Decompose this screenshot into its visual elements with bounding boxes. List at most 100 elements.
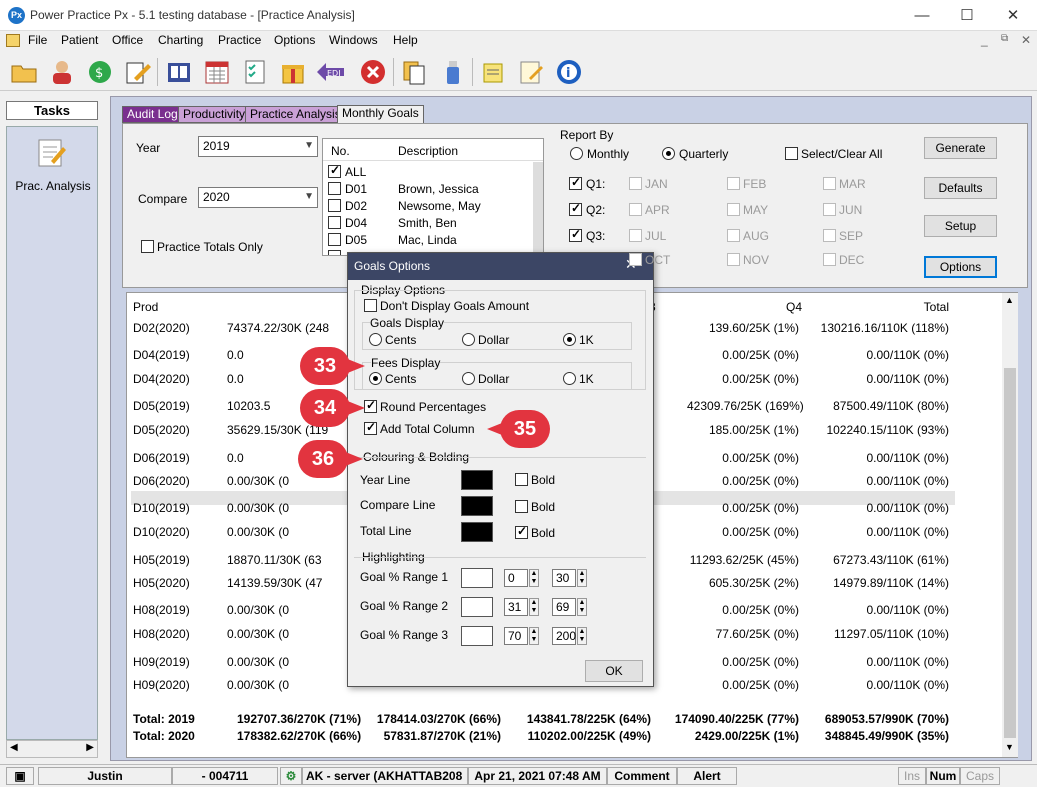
edit-pen-icon[interactable] [122,56,154,88]
scroll-thumb[interactable] [1004,368,1016,738]
range3-from-input[interactable]: 70 [504,627,528,645]
goals-1k-radio[interactable] [563,333,576,346]
compare-line-color[interactable] [461,496,493,516]
menu-file[interactable]: File [28,33,47,47]
mdi-restore-icon[interactable]: ⧉ [1001,33,1008,44]
status-alert[interactable]: Alert [677,767,737,785]
checklist-icon[interactable] [239,56,271,88]
goals-dollar-radio[interactable] [462,333,475,346]
status-comment[interactable]: Comment [607,767,677,785]
close-red-icon[interactable] [357,56,389,88]
fees-1k-radio[interactable] [563,372,576,385]
month-checkbox[interactable] [727,229,740,242]
close-window-button[interactable]: ✕ [990,0,1036,31]
provider-list[interactable]: No. Description ALL D01 Brown, Jessica D02 N… [322,138,544,256]
maximize-button[interactable]: ☐ [944,0,990,31]
fees-cents-radio[interactable] [369,372,382,385]
tab-practice-analysis[interactable]: Practice Analysis [245,106,346,123]
month-checkbox[interactable] [823,253,836,266]
menu-charting[interactable]: Charting [158,33,203,47]
month-checkbox[interactable] [727,177,740,190]
provider-checkbox[interactable] [328,163,341,178]
year-line-bold-checkbox[interactable] [515,473,528,486]
bottle-icon[interactable] [436,56,468,88]
provider-checkbox[interactable] [328,250,341,255]
grid-vscrollbar[interactable]: ▲ ▼ [1002,293,1018,757]
monthly-radio[interactable] [570,147,583,160]
setup-button[interactable]: Setup [924,215,997,237]
month-checkbox[interactable] [823,229,836,242]
range3-to-stepper[interactable]: ▲ ▼ [577,627,587,645]
prac-analysis-icon[interactable] [37,137,67,169]
month-checkbox[interactable] [727,253,740,266]
provider-checkbox[interactable] [328,233,341,246]
ok-button[interactable]: OK [585,660,643,682]
quarter-checkbox[interactable] [569,201,582,216]
quarterly-radio[interactable] [662,147,675,160]
calendar-icon[interactable] [201,56,233,88]
month-checkbox[interactable] [823,203,836,216]
menu-windows[interactable]: Windows [329,33,378,47]
compare-combo[interactable]: 2020 ▼ [198,187,318,208]
help-circle-icon[interactable]: i [553,56,585,88]
menu-office[interactable]: Office [112,33,143,47]
range1-from-stepper[interactable]: ▲ ▼ [529,569,539,587]
range1-color[interactable] [461,568,493,588]
range3-to-input[interactable]: 200 [552,627,576,645]
range2-from-input[interactable]: 31 [504,598,528,616]
month-checkbox[interactable] [629,203,642,216]
fees-dollar-radio[interactable] [462,372,475,385]
task-prac-analysis[interactable]: Prac. Analysis [7,179,99,193]
total-line-bold-checkbox[interactable] [515,524,528,539]
quarter-checkbox[interactable] [569,175,582,190]
tasks-scrollbar[interactable]: ◀ ▶ [6,740,98,758]
edi-icon[interactable]: EDI [315,56,347,88]
gift-box-icon[interactable] [277,56,309,88]
generate-button[interactable]: Generate [924,137,997,159]
month-checkbox[interactable] [823,177,836,190]
provider-checkbox[interactable] [328,216,341,229]
menu-practice[interactable]: Practice [218,33,261,47]
year-combo[interactable]: 2019 ▼ [198,136,318,157]
menu-help[interactable]: Help [393,33,418,47]
list-scrollbar[interactable] [533,162,543,252]
add-total-column-checkbox[interactable] [364,420,377,435]
range1-to-input[interactable]: 30 [552,569,576,587]
mdi-close-icon[interactable]: ✕ [1021,33,1031,47]
range1-from-input[interactable]: 0 [504,569,528,587]
quarter-checkbox[interactable] [569,227,582,242]
defaults-button[interactable]: Defaults [924,177,997,199]
book-icon[interactable] [163,56,195,88]
options-button[interactable]: Options [924,256,997,278]
menu-options[interactable]: Options [274,33,315,47]
mdi-minimize-icon[interactable]: _ [981,33,988,47]
open-folder-icon[interactable] [8,56,40,88]
minimize-button[interactable]: — [899,0,945,31]
notes-icon[interactable] [477,56,509,88]
year-line-color[interactable] [461,470,493,490]
range2-from-stepper[interactable]: ▲ ▼ [529,598,539,616]
notepad-icon[interactable] [515,56,547,88]
tab-productivity[interactable]: Productivity [178,106,251,123]
range3-color[interactable] [461,626,493,646]
goals-cents-radio[interactable] [369,333,382,346]
tab-audit-log[interactable]: Audit Log [122,106,183,123]
month-checkbox[interactable] [629,177,642,190]
range1-to-stepper[interactable]: ▲ ▼ [577,569,587,587]
month-checkbox[interactable] [629,229,642,242]
sync-icon[interactable]: $ [84,56,116,88]
practice-totals-checkbox[interactable] [141,240,154,253]
range2-to-input[interactable]: 69 [552,598,576,616]
scroll-up-icon[interactable]: ▲ [1005,295,1014,305]
compare-line-bold-checkbox[interactable] [515,500,528,513]
range3-from-stepper[interactable]: ▲ ▼ [529,627,539,645]
total-line-color[interactable] [461,522,493,542]
provider-checkbox[interactable] [328,199,341,212]
month-checkbox[interactable] [727,203,740,216]
range2-to-stepper[interactable]: ▲ ▼ [577,598,587,616]
select-clear-checkbox[interactable] [785,147,798,160]
patients-icon[interactable] [46,56,78,88]
month-checkbox[interactable] [629,253,642,266]
menu-patient[interactable]: Patient [61,33,98,47]
documents-icon[interactable] [398,56,430,88]
